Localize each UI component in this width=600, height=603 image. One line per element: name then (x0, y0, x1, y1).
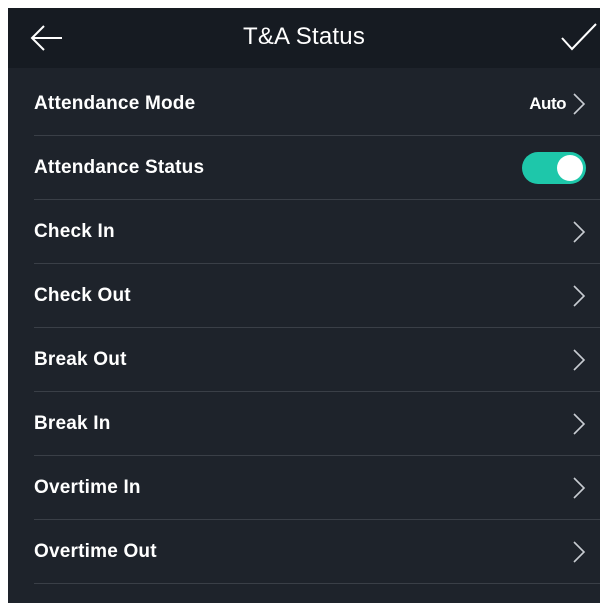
chevron-right-icon (572, 92, 586, 116)
ta-status-screen: T&A Status Attendance Mode Auto Attendan… (8, 8, 600, 603)
overtime-in-row[interactable]: Overtime In (34, 456, 600, 520)
overtime-in-label: Overtime In (34, 477, 141, 498)
break-out-row[interactable]: Break Out (34, 328, 600, 392)
check-out-row[interactable]: Check Out (34, 264, 600, 328)
attendance-status-label: Attendance Status (34, 157, 205, 178)
check-in-row[interactable]: Check In (34, 200, 600, 264)
attendance-status-toggle[interactable] (522, 152, 586, 184)
toggle-knob (557, 155, 583, 181)
chevron-right-icon (572, 412, 586, 436)
attendance-mode-label: Attendance Mode (34, 93, 196, 114)
page-title: T&A Status (242, 23, 366, 50)
check-in-label: Check In (34, 221, 115, 242)
break-out-label: Break Out (34, 349, 127, 370)
overtime-out-row[interactable]: Overtime Out (34, 520, 600, 584)
check-out-label: Check Out (34, 285, 131, 306)
check-icon (556, 18, 600, 58)
chevron-right-icon (572, 540, 586, 564)
top-bar: T&A Status (8, 8, 600, 68)
chevron-right-icon (572, 220, 586, 244)
attendance-mode-row[interactable]: Attendance Mode Auto (34, 72, 600, 136)
settings-list: Attendance Mode Auto Attendance Status C… (8, 72, 600, 584)
attendance-mode-value: Auto (529, 94, 566, 113)
attendance-status-row: Attendance Status (34, 136, 600, 200)
break-in-label: Break In (34, 413, 111, 434)
chevron-right-icon (572, 476, 586, 500)
break-in-row[interactable]: Break In (34, 392, 600, 456)
chevron-right-icon (572, 284, 586, 308)
confirm-button[interactable] (556, 18, 600, 58)
chevron-right-icon (572, 348, 586, 372)
overtime-out-label: Overtime Out (34, 541, 157, 562)
